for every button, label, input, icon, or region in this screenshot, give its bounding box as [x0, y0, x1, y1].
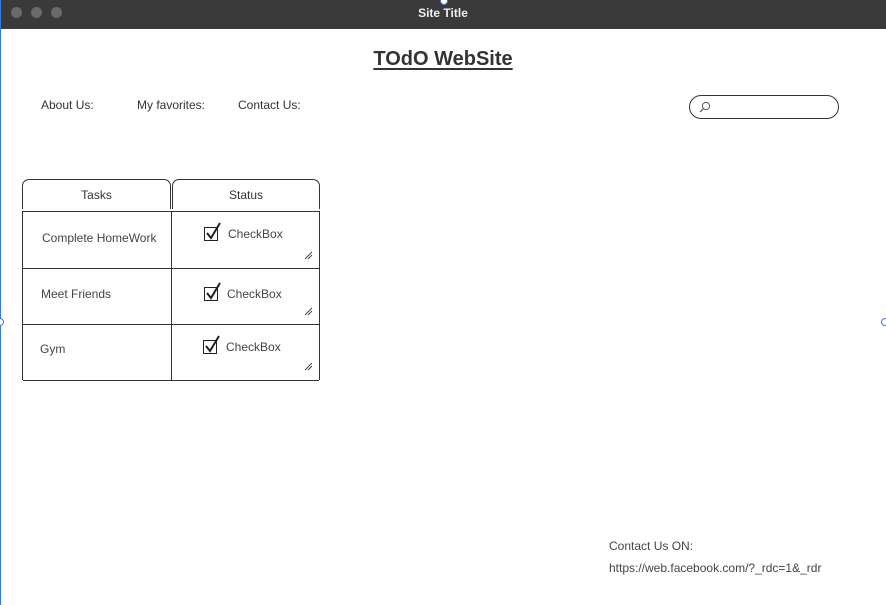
resize-grip-icon[interactable]	[303, 361, 313, 371]
nav-link-contact-us[interactable]: Contact Us:	[238, 98, 301, 112]
search-box[interactable]	[689, 95, 839, 119]
checkmark-icon	[205, 335, 220, 353]
nav-link-about-us[interactable]: About Us:	[41, 98, 94, 112]
status-checkbox[interactable]	[203, 335, 220, 354]
column-header-status: Status	[172, 179, 320, 209]
table-row-task: Meet Friends	[41, 287, 112, 301]
status-checkbox[interactable]	[204, 222, 221, 241]
status-checkbox[interactable]	[204, 282, 221, 301]
row-divider	[23, 380, 172, 381]
row-divider	[172, 380, 319, 381]
row-divider	[23, 268, 319, 269]
page-title: TOdO WebSite	[373, 48, 513, 70]
search-icon	[699, 101, 711, 113]
table-row-task: Complete HomeWork	[42, 231, 157, 245]
resize-grip-icon[interactable]	[303, 250, 313, 260]
column-header-tasks: Tasks	[22, 179, 171, 209]
window-title: Site Title	[418, 6, 468, 20]
resize-handle-left[interactable]	[0, 318, 4, 326]
checkbox-label: CheckBox	[228, 227, 283, 241]
resize-grip-icon[interactable]	[303, 306, 313, 316]
footer-facebook-link[interactable]: https://web.facebook.com/?_rdc=1&_rdr	[609, 561, 821, 575]
selection-frame	[0, 0, 1, 605]
resize-handle-right[interactable]	[881, 318, 886, 326]
search-input[interactable]	[716, 98, 832, 116]
row-divider	[23, 324, 319, 325]
footer-contact-label: Contact Us ON:	[609, 539, 694, 553]
checkbox-label: CheckBox	[226, 340, 281, 354]
checkmark-icon	[206, 282, 221, 300]
table-row-task: Gym	[40, 342, 66, 356]
column-divider	[171, 212, 172, 381]
nav-link-my-favorites[interactable]: My favorites:	[137, 98, 205, 112]
checkmark-icon	[206, 222, 221, 240]
task-table: Complete HomeWork CheckBox Meet Friends …	[22, 211, 320, 381]
checkbox-label: CheckBox	[227, 287, 282, 301]
